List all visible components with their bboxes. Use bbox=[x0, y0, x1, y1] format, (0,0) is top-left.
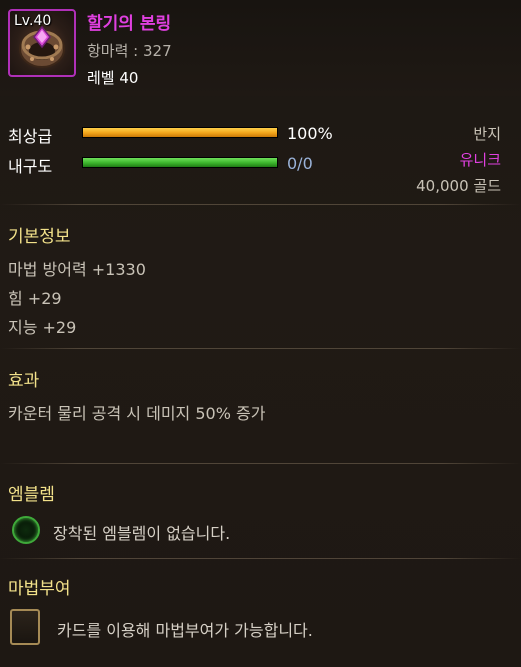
stat-strength: 힘 +29 bbox=[8, 289, 62, 308]
item-rarity: 유니크 bbox=[459, 151, 501, 169]
tooltip-header: Lv.40 할기의 본링 항마력 : 327 레벨 40 bbox=[0, 0, 521, 96]
item-icon-frame: Lv.40 bbox=[8, 9, 76, 77]
durability-value: 0/0 bbox=[287, 154, 313, 173]
divider bbox=[0, 463, 521, 464]
effect-title: 효과 bbox=[8, 371, 40, 391]
divider bbox=[0, 558, 521, 559]
basic-info-title: 기본정보 bbox=[8, 227, 71, 247]
item-name: 할기의 본링 bbox=[87, 14, 172, 34]
item-type: 반지 bbox=[473, 125, 501, 143]
stat-magic-defense: 마법 방어력 +1330 bbox=[8, 260, 146, 279]
magic-resist: 항마력 : 327 bbox=[87, 42, 172, 60]
durability-bar-fill bbox=[83, 158, 277, 167]
grade-bar-fill bbox=[83, 128, 277, 137]
divider bbox=[0, 204, 521, 205]
enchant-title: 마법부여 bbox=[8, 579, 71, 599]
item-level-badge: Lv.40 bbox=[14, 13, 52, 29]
divider bbox=[0, 348, 521, 349]
item-price: 40,000 골드 bbox=[416, 177, 501, 195]
grade-percent: 100% bbox=[287, 124, 333, 143]
stat-intelligence: 지능 +29 bbox=[8, 318, 77, 337]
grade-label: 최상급 bbox=[8, 127, 53, 146]
emblem-status-text: 장착된 엠블렘이 없습니다. bbox=[53, 524, 231, 543]
item-required-level: 레벨 40 bbox=[87, 69, 139, 87]
grade-bar bbox=[82, 127, 278, 138]
emblem-title: 엠블렘 bbox=[8, 485, 55, 505]
durability-label: 내구도 bbox=[8, 157, 53, 176]
enchant-card-slot[interactable] bbox=[10, 609, 40, 645]
durability-bar bbox=[82, 157, 278, 168]
emblem-slot[interactable] bbox=[12, 516, 40, 544]
item-tooltip: Lv.40 할기의 본링 항마력 : 327 레벨 40 최상급 100% 내구… bbox=[0, 0, 521, 667]
effect-text: 카운터 물리 공격 시 데미지 50% 증가 bbox=[8, 404, 266, 423]
enchant-status-text: 카드를 이용해 마법부여가 가능합니다. bbox=[57, 621, 313, 640]
